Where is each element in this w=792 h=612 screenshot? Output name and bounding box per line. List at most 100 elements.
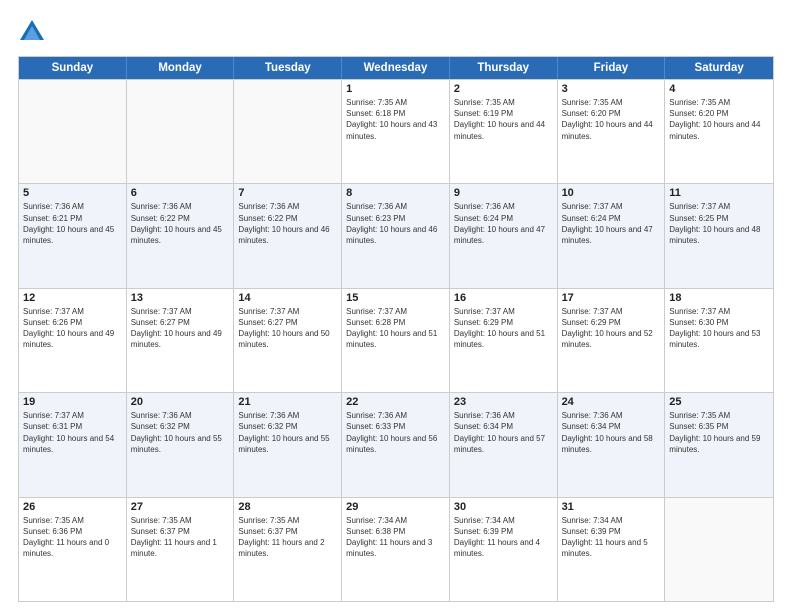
cell-info: Sunrise: 7:37 AM Sunset: 6:27 PM Dayligh… xyxy=(131,306,230,351)
cell-date: 13 xyxy=(131,292,230,304)
cell-date: 4 xyxy=(669,83,769,95)
cell-date: 26 xyxy=(23,501,122,513)
empty-cell xyxy=(665,498,773,601)
day-cell-27: 27Sunrise: 7:35 AM Sunset: 6:37 PM Dayli… xyxy=(127,498,235,601)
day-cell-1: 1Sunrise: 7:35 AM Sunset: 6:18 PM Daylig… xyxy=(342,80,450,183)
day-cell-4: 4 Sunrise: 7:35 AM Sunset: 6:20 PM Daylig… xyxy=(665,80,773,183)
day-cell-25: 25 Sunrise: 7:35 AM Sunset: 6:35 PM Dayli… xyxy=(665,393,773,496)
cell-info: Sunrise: 7:36 AM Sunset: 6:32 PM Dayligh… xyxy=(131,410,230,455)
day-headers: SundayMondayTuesdayWednesdayThursdayFrid… xyxy=(19,57,773,79)
day-cell-16: 16 Sunrise: 7:37 AM Sunset: 6:29 PM Dayli… xyxy=(450,289,558,392)
cell-date: 15 xyxy=(346,292,445,304)
cell-date: 25 xyxy=(669,396,769,408)
cell-date: 8 xyxy=(346,187,445,199)
cell-info: Sunrise: 7:37 AM Sunset: 6:29 PM Dayligh… xyxy=(454,306,553,351)
cell-info: Sunrise: 7:37 AM Sunset: 6:30 PM Dayligh… xyxy=(669,306,769,351)
day-cell-26: 26 Sunrise: 7:35 AM Sunset: 6:36 PM Dayli… xyxy=(19,498,127,601)
cell-date: 23 xyxy=(454,396,553,408)
cell-date: 31 xyxy=(562,501,661,513)
day-cell-24: 24 Sunrise: 7:36 AM Sunset: 6:34 PM Dayli… xyxy=(558,393,666,496)
day-cell-17: 17 Sunrise: 7:37 AM Sunset: 6:29 PM Dayli… xyxy=(558,289,666,392)
cell-date: 16 xyxy=(454,292,553,304)
cell-date: 12 xyxy=(23,292,122,304)
cell-info: Sunrise: 7:36 AM Sunset: 6:34 PM Dayligh… xyxy=(454,410,553,455)
day-header-sunday: Sunday xyxy=(19,57,127,79)
day-cell-20: 20Sunrise: 7:36 AM Sunset: 6:32 PM Dayli… xyxy=(127,393,235,496)
cell-info: Sunrise: 7:35 AM Sunset: 6:35 PM Dayligh… xyxy=(669,410,769,455)
day-cell-30: 30 Sunrise: 7:34 AM Sunset: 6:39 PM Dayli… xyxy=(450,498,558,601)
cell-date: 30 xyxy=(454,501,553,513)
week-1: 1Sunrise: 7:35 AM Sunset: 6:18 PM Daylig… xyxy=(19,79,773,183)
cell-info: Sunrise: 7:34 AM Sunset: 6:39 PM Dayligh… xyxy=(454,515,553,560)
cell-info: Sunrise: 7:36 AM Sunset: 6:22 PM Dayligh… xyxy=(238,201,337,246)
week-3: 12 Sunrise: 7:37 AM Sunset: 6:26 PM Dayli… xyxy=(19,288,773,392)
day-cell-8: 8 Sunrise: 7:36 AM Sunset: 6:23 PM Daylig… xyxy=(342,184,450,287)
cell-date: 14 xyxy=(238,292,337,304)
header xyxy=(18,18,774,46)
cell-info: Sunrise: 7:37 AM Sunset: 6:29 PM Dayligh… xyxy=(562,306,661,351)
cell-info: Sunrise: 7:35 AM Sunset: 6:19 PM Dayligh… xyxy=(454,97,553,142)
cell-info: Sunrise: 7:36 AM Sunset: 6:32 PM Dayligh… xyxy=(238,410,337,455)
cell-date: 2 xyxy=(454,83,553,95)
week-2: 5 Sunrise: 7:36 AM Sunset: 6:21 PM Daylig… xyxy=(19,183,773,287)
week-4: 19 Sunrise: 7:37 AM Sunset: 6:31 PM Dayli… xyxy=(19,392,773,496)
day-cell-28: 28 Sunrise: 7:35 AM Sunset: 6:37 PM Dayli… xyxy=(234,498,342,601)
day-cell-3: 3 Sunrise: 7:35 AM Sunset: 6:20 PM Daylig… xyxy=(558,80,666,183)
cell-info: Sunrise: 7:35 AM Sunset: 6:37 PM Dayligh… xyxy=(238,515,337,560)
day-cell-22: 22Sunrise: 7:36 AM Sunset: 6:33 PM Dayli… xyxy=(342,393,450,496)
cell-info: Sunrise: 7:36 AM Sunset: 6:23 PM Dayligh… xyxy=(346,201,445,246)
cell-info: Sunrise: 7:37 AM Sunset: 6:31 PM Dayligh… xyxy=(23,410,122,455)
cell-date: 27 xyxy=(131,501,230,513)
day-cell-7: 7 Sunrise: 7:36 AM Sunset: 6:22 PM Daylig… xyxy=(234,184,342,287)
cell-date: 17 xyxy=(562,292,661,304)
empty-cell xyxy=(127,80,235,183)
cell-info: Sunrise: 7:36 AM Sunset: 6:21 PM Dayligh… xyxy=(23,201,122,246)
cell-info: Sunrise: 7:35 AM Sunset: 6:20 PM Dayligh… xyxy=(562,97,661,142)
day-cell-13: 13 Sunrise: 7:37 AM Sunset: 6:27 PM Dayli… xyxy=(127,289,235,392)
cell-date: 24 xyxy=(562,396,661,408)
empty-cell xyxy=(234,80,342,183)
cell-info: Sunrise: 7:37 AM Sunset: 6:28 PM Dayligh… xyxy=(346,306,445,351)
cell-date: 11 xyxy=(669,187,769,199)
day-header-monday: Monday xyxy=(127,57,235,79)
empty-cell xyxy=(19,80,127,183)
cell-info: Sunrise: 7:35 AM Sunset: 6:20 PM Dayligh… xyxy=(669,97,769,142)
cell-info: Sunrise: 7:36 AM Sunset: 6:22 PM Dayligh… xyxy=(131,201,230,246)
cell-info: Sunrise: 7:37 AM Sunset: 6:26 PM Dayligh… xyxy=(23,306,122,351)
day-cell-11: 11 Sunrise: 7:37 AM Sunset: 6:25 PM Dayli… xyxy=(665,184,773,287)
cell-date: 3 xyxy=(562,83,661,95)
cell-info: Sunrise: 7:35 AM Sunset: 6:18 PM Dayligh… xyxy=(346,97,445,142)
logo-icon xyxy=(18,18,46,46)
cell-date: 28 xyxy=(238,501,337,513)
day-cell-21: 21 Sunrise: 7:36 AM Sunset: 6:32 PM Dayli… xyxy=(234,393,342,496)
page: SundayMondayTuesdayWednesdayThursdayFrid… xyxy=(0,0,792,612)
day-cell-18: 18 Sunrise: 7:37 AM Sunset: 6:30 PM Dayli… xyxy=(665,289,773,392)
calendar: SundayMondayTuesdayWednesdayThursdayFrid… xyxy=(18,56,774,602)
day-cell-5: 5 Sunrise: 7:36 AM Sunset: 6:21 PM Daylig… xyxy=(19,184,127,287)
cell-date: 6 xyxy=(131,187,230,199)
cell-info: Sunrise: 7:37 AM Sunset: 6:27 PM Dayligh… xyxy=(238,306,337,351)
cell-date: 5 xyxy=(23,187,122,199)
cell-date: 22 xyxy=(346,396,445,408)
day-cell-2: 2 Sunrise: 7:35 AM Sunset: 6:19 PM Daylig… xyxy=(450,80,558,183)
cell-date: 18 xyxy=(669,292,769,304)
cell-info: Sunrise: 7:37 AM Sunset: 6:25 PM Dayligh… xyxy=(669,201,769,246)
day-cell-10: 10Sunrise: 7:37 AM Sunset: 6:24 PM Dayli… xyxy=(558,184,666,287)
cell-date: 21 xyxy=(238,396,337,408)
logo xyxy=(18,18,50,46)
cell-info: Sunrise: 7:35 AM Sunset: 6:36 PM Dayligh… xyxy=(23,515,122,560)
day-cell-6: 6 Sunrise: 7:36 AM Sunset: 6:22 PM Daylig… xyxy=(127,184,235,287)
day-header-saturday: Saturday xyxy=(665,57,773,79)
day-cell-15: 15 Sunrise: 7:37 AM Sunset: 6:28 PM Dayli… xyxy=(342,289,450,392)
day-cell-31: 31 Sunrise: 7:34 AM Sunset: 6:39 PM Dayli… xyxy=(558,498,666,601)
cell-date: 29 xyxy=(346,501,445,513)
cell-date: 19 xyxy=(23,396,122,408)
cell-date: 7 xyxy=(238,187,337,199)
day-cell-14: 14 Sunrise: 7:37 AM Sunset: 6:27 PM Dayli… xyxy=(234,289,342,392)
cell-info: Sunrise: 7:34 AM Sunset: 6:39 PM Dayligh… xyxy=(562,515,661,560)
day-cell-9: 9Sunrise: 7:36 AM Sunset: 6:24 PM Daylig… xyxy=(450,184,558,287)
cell-date: 9 xyxy=(454,187,553,199)
cell-info: Sunrise: 7:36 AM Sunset: 6:34 PM Dayligh… xyxy=(562,410,661,455)
day-cell-23: 23 Sunrise: 7:36 AM Sunset: 6:34 PM Dayli… xyxy=(450,393,558,496)
day-cell-12: 12 Sunrise: 7:37 AM Sunset: 6:26 PM Dayli… xyxy=(19,289,127,392)
